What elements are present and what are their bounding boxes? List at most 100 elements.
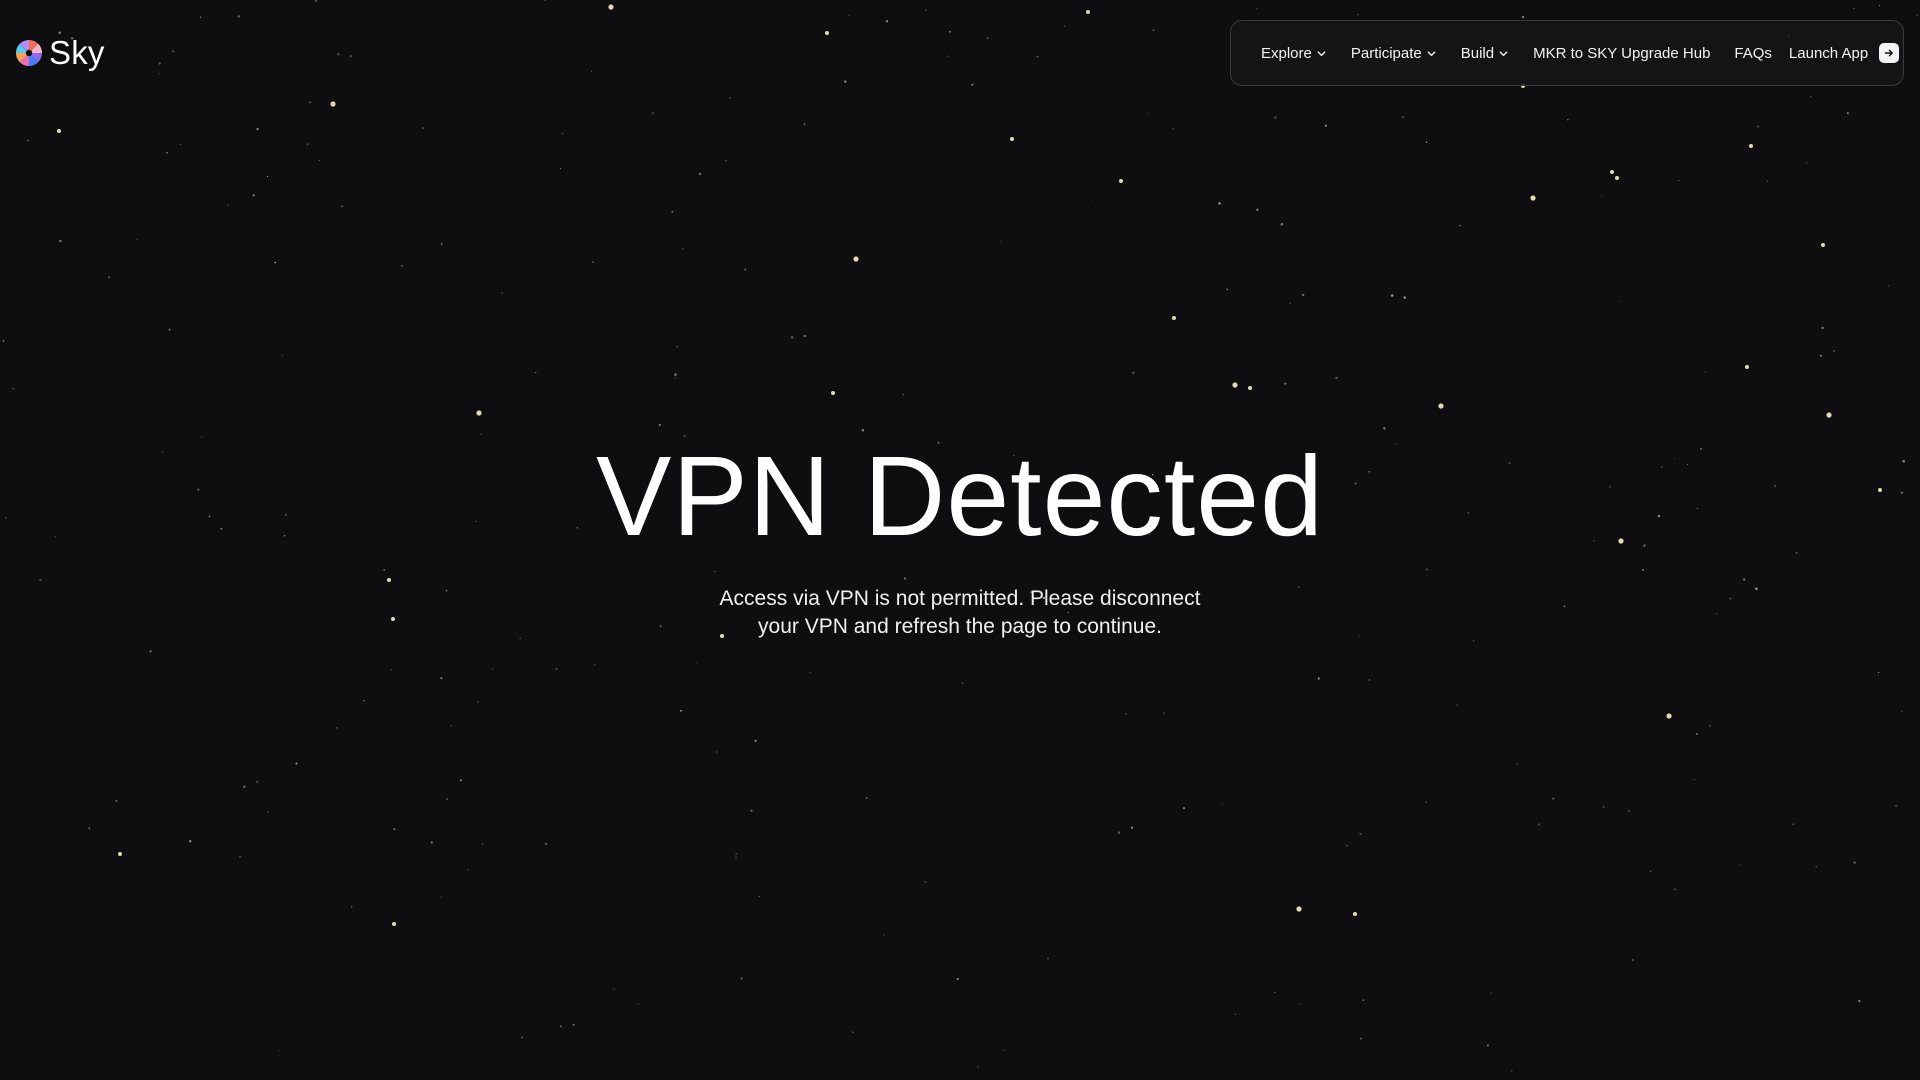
star: [1666, 713, 1672, 719]
star: [1620, 300, 1622, 303]
star: [1749, 144, 1753, 148]
star: [446, 798, 448, 800]
star: [825, 31, 829, 35]
star: [1255, 7, 1258, 9]
star: [831, 391, 835, 395]
nav-item-mkr-to-sky-upgrade-hub[interactable]: MKR to SKY Upgrade Hub: [1533, 45, 1710, 62]
star: [480, 433, 483, 436]
star: [1000, 240, 1002, 242]
star: [1148, 113, 1150, 115]
star: [226, 204, 229, 206]
star: [725, 159, 727, 162]
star: [27, 139, 29, 142]
star: [758, 895, 760, 898]
star: [1425, 141, 1428, 144]
star: [57, 129, 61, 133]
star: [392, 922, 396, 926]
star: [1567, 119, 1569, 121]
star: [1631, 958, 1634, 962]
star: [682, 247, 684, 250]
star: [1403, 296, 1407, 299]
star: [1182, 807, 1186, 810]
star: [1552, 797, 1555, 800]
star: [925, 9, 927, 11]
star: [1695, 733, 1698, 736]
star: [559, 1025, 562, 1028]
star: [337, 52, 340, 56]
star: [1486, 1044, 1489, 1047]
star: [1172, 128, 1174, 130]
star: [118, 852, 122, 856]
star: [1438, 403, 1444, 409]
star: [754, 739, 757, 742]
star: [535, 371, 537, 374]
star: [1858, 999, 1861, 1003]
star: [885, 20, 889, 23]
nav-item-faqs[interactable]: FAQs: [1734, 45, 1772, 62]
star: [1810, 95, 1812, 98]
sky-pinwheel-logo-icon: [15, 39, 43, 66]
star: [1280, 223, 1284, 226]
star: [1766, 180, 1769, 182]
star: [349, 55, 353, 58]
star: [1425, 801, 1427, 803]
star: [1092, 199, 1094, 201]
star: [1248, 386, 1252, 390]
star: [1163, 712, 1165, 714]
star: [237, 15, 240, 18]
star: [363, 699, 365, 702]
star: [1704, 371, 1707, 373]
star: [803, 334, 806, 338]
star: [652, 751, 654, 753]
sky-logo-link[interactable]: Sky: [15, 36, 105, 69]
star: [1847, 112, 1849, 115]
nav-item-label: FAQs: [1734, 44, 1772, 62]
nav-item-label: Explore: [1261, 44, 1312, 62]
star: [956, 977, 959, 980]
nav-item-label: MKR to SKY Upgrade Hub: [1533, 44, 1711, 62]
star: [1360, 1037, 1363, 1040]
star: [594, 664, 596, 666]
star: [545, 842, 548, 845]
nav-item-build[interactable]: Build: [1461, 45, 1509, 62]
chevron-down-icon: [1317, 51, 1326, 57]
star: [238, 855, 242, 858]
star: [591, 70, 593, 72]
launch-app-label: Launch App: [1788, 44, 1869, 62]
star: [1284, 382, 1287, 385]
star: [1010, 137, 1014, 141]
star: [1901, 710, 1903, 713]
star: [844, 80, 847, 83]
star: [1086, 10, 1090, 14]
star: [674, 377, 676, 379]
star: [680, 709, 683, 712]
star: [279, 1049, 281, 1051]
star: [1530, 195, 1536, 201]
star: [728, 96, 731, 99]
star: [172, 50, 175, 53]
star: [256, 127, 259, 131]
star: [608, 4, 614, 10]
star: [861, 429, 865, 432]
star: [430, 841, 433, 844]
star: [252, 194, 255, 197]
vpn-notice: VPN Detected Access via VPN is not permi…: [0, 440, 1920, 641]
star: [986, 37, 989, 39]
star: [330, 101, 336, 107]
star: [853, 256, 859, 262]
star: [1821, 326, 1824, 330]
nav-item-explore[interactable]: Explore: [1261, 45, 1327, 62]
star: [1894, 804, 1898, 808]
star: [200, 436, 202, 438]
star: [1401, 116, 1404, 119]
star: [1063, 25, 1066, 27]
star: [1833, 350, 1835, 352]
star: [852, 1031, 854, 1033]
star: [1357, 13, 1359, 16]
star: [651, 112, 654, 115]
nav-item-participate[interactable]: Participate: [1351, 45, 1437, 62]
star: [1521, 15, 1525, 19]
star: [883, 934, 885, 936]
launch-app-button[interactable]: Launch App: [1788, 43, 1900, 63]
star: [1353, 912, 1357, 916]
